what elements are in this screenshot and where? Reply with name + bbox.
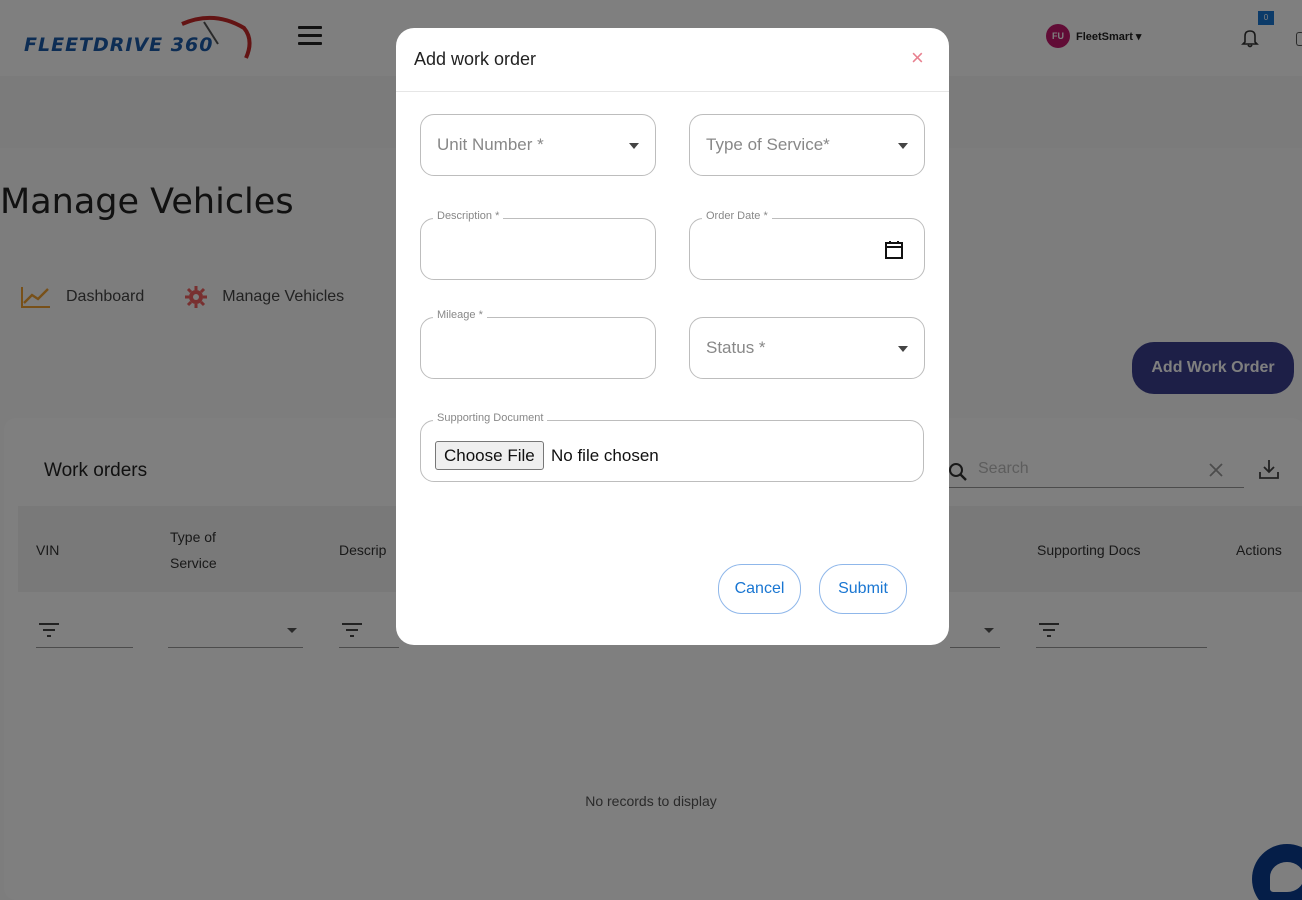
- field-label: Order Date *: [702, 210, 772, 222]
- mileage-field[interactable]: Mileage *: [420, 309, 656, 379]
- choose-file-button[interactable]: Choose File: [435, 441, 544, 470]
- chevron-down-icon: [629, 143, 639, 149]
- field-placeholder: Type of Service*: [706, 135, 830, 154]
- status-select[interactable]: Status *: [689, 317, 925, 379]
- field-label: Supporting Document: [433, 412, 548, 424]
- modal-header: Add work order ×: [396, 28, 949, 92]
- chevron-down-icon: [898, 346, 908, 352]
- chevron-down-icon: [898, 143, 908, 149]
- field-label: Mileage *: [433, 309, 487, 321]
- field-placeholder: Status *: [706, 338, 766, 357]
- close-icon[interactable]: ×: [911, 46, 924, 70]
- add-work-order-modal: Add work order × Unit Number * Type of S…: [396, 28, 949, 645]
- order-date-field[interactable]: Order Date *: [689, 210, 925, 280]
- description-input[interactable]: [433, 237, 633, 263]
- field-placeholder: Unit Number *: [437, 135, 544, 154]
- supporting-document-field: Supporting Document Choose File No file …: [420, 412, 924, 482]
- submit-button[interactable]: Submit: [819, 564, 907, 614]
- modal-title: Add work order: [414, 49, 537, 69]
- type-of-service-select[interactable]: Type of Service*: [689, 114, 925, 176]
- cancel-button[interactable]: Cancel: [718, 564, 801, 614]
- file-status-text: No file chosen: [551, 446, 659, 465]
- description-field[interactable]: Description *: [420, 210, 656, 280]
- unit-number-select[interactable]: Unit Number *: [420, 114, 656, 176]
- calendar-icon[interactable]: [884, 240, 904, 260]
- field-label: Description *: [433, 210, 504, 222]
- mileage-input[interactable]: [433, 336, 633, 362]
